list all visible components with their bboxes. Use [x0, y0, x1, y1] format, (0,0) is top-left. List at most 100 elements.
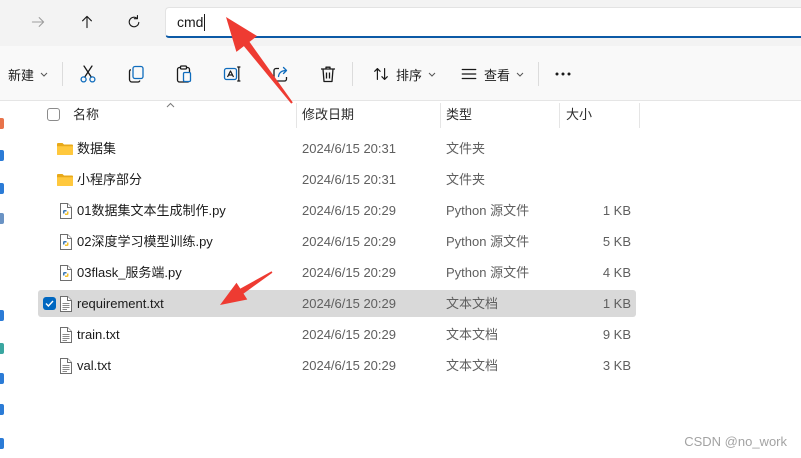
python-file-icon: [57, 259, 73, 286]
folder-icon: [57, 166, 73, 193]
sort-button[interactable]: 排序: [364, 57, 440, 91]
file-size: 3 KB: [602, 358, 631, 373]
refresh-button[interactable]: [116, 7, 152, 37]
file-size: 9 KB: [602, 327, 631, 342]
view-button[interactable]: 查看: [452, 57, 530, 91]
rename-icon: [223, 66, 241, 82]
file-type: Python 源文件: [446, 234, 530, 249]
file-modified: 2024/6/15 20:31: [302, 172, 396, 187]
column-header-type[interactable]: 类型: [446, 102, 472, 128]
sort-icon: [374, 68, 388, 80]
file-modified: 2024/6/15 20:29: [302, 296, 396, 311]
command-bar: 新建 排序 查看: [0, 46, 801, 101]
file-type: 文本文档: [446, 327, 499, 342]
nav-pane-item[interactable]: [0, 343, 4, 354]
delete-button[interactable]: [308, 57, 348, 91]
file-type: 文件夹: [446, 141, 486, 156]
copy-button[interactable]: [116, 57, 156, 91]
folder-icon: [57, 135, 73, 162]
view-list-icon: [461, 68, 477, 80]
up-button[interactable]: [69, 7, 105, 37]
more-options-icon: [555, 72, 571, 76]
view-button-label: 查看: [484, 67, 511, 83]
select-all-checkbox[interactable]: [47, 108, 60, 121]
cut-button[interactable]: [68, 57, 108, 91]
new-button-label: 新建: [8, 67, 35, 83]
file-type: Python 源文件: [446, 265, 530, 280]
file-name: 数据集: [77, 141, 117, 156]
column-header-name[interactable]: 名称: [73, 102, 99, 128]
delete-icon: [321, 66, 335, 83]
python-file-icon: [57, 197, 73, 224]
nav-pane-item[interactable]: [0, 213, 4, 224]
text-file-icon: [57, 352, 73, 379]
file-type: 文本文档: [446, 358, 499, 373]
file-size: 1 KB: [602, 203, 631, 218]
file-row[interactable]: requirement.txt 2024/6/15 20:29 文本文档 1 K…: [38, 290, 636, 317]
copy-icon: [128, 65, 144, 83]
file-size: 5 KB: [602, 234, 631, 249]
column-header-modified[interactable]: 修改日期: [302, 102, 354, 128]
forward-icon: [31, 17, 45, 27]
text-caret: [204, 13, 206, 31]
file-type: 文本文档: [446, 296, 499, 311]
nav-pane-item[interactable]: [0, 183, 4, 194]
file-row[interactable]: 01数据集文本生成制作.py 2024/6/15 20:29 Python 源文…: [38, 197, 636, 224]
file-row[interactable]: 03flask_服务端.py 2024/6/15 20:29 Python 源文…: [38, 259, 636, 286]
file-name: 小程序部分: [77, 172, 143, 187]
column-divider[interactable]: [639, 103, 640, 128]
toolbar-divider: [352, 62, 353, 86]
refresh-icon: [128, 15, 140, 28]
file-modified: 2024/6/15 20:29: [302, 234, 396, 249]
file-modified: 2024/6/15 20:29: [302, 327, 396, 342]
nav-pane-item[interactable]: [0, 150, 4, 161]
nav-pane-item[interactable]: [0, 310, 4, 321]
file-modified: 2024/6/15 20:29: [302, 203, 396, 218]
file-row[interactable]: 小程序部分 2024/6/15 20:31 文件夹: [38, 166, 636, 193]
more-options-button[interactable]: [546, 57, 580, 91]
chevron-down-icon: [516, 72, 524, 77]
file-size: 4 KB: [602, 265, 631, 280]
file-row[interactable]: 数据集 2024/6/15 20:31 文件夹: [38, 135, 636, 162]
up-icon: [82, 15, 92, 29]
cut-icon: [80, 65, 96, 83]
file-name: 01数据集文本生成制作.py: [77, 203, 226, 218]
sort-button-label: 排序: [396, 67, 423, 83]
address-bar-input[interactable]: cmd: [165, 7, 801, 38]
file-name: requirement.txt: [77, 296, 164, 311]
rename-button[interactable]: [212, 57, 252, 91]
file-size: 1 KB: [602, 296, 631, 311]
file-row[interactable]: train.txt 2024/6/15 20:29 文本文档 9 KB: [38, 321, 636, 348]
column-divider[interactable]: [559, 103, 560, 128]
nav-pane-item[interactable]: [0, 404, 4, 415]
nav-pane-item[interactable]: [0, 373, 4, 384]
column-header: 名称 修改日期 类型 大小: [0, 102, 640, 128]
checkmark-icon: [45, 300, 54, 307]
nav-pane-item[interactable]: [0, 438, 4, 449]
column-header-size[interactable]: 大小: [566, 102, 592, 128]
text-file-icon: [57, 321, 73, 348]
navigation-bar: cmd: [0, 0, 801, 46]
file-modified: 2024/6/15 20:31: [302, 141, 396, 156]
column-divider[interactable]: [296, 103, 297, 128]
file-modified: 2024/6/15 20:29: [302, 265, 396, 280]
paste-button[interactable]: [164, 57, 204, 91]
file-name: val.txt: [77, 358, 111, 373]
new-button[interactable]: 新建: [2, 57, 60, 91]
file-modified: 2024/6/15 20:29: [302, 358, 396, 373]
file-type: Python 源文件: [446, 203, 530, 218]
row-checkbox[interactable]: [43, 297, 56, 310]
forward-button[interactable]: [20, 7, 56, 37]
text-file-icon: [57, 290, 73, 317]
column-divider[interactable]: [440, 103, 441, 128]
file-row[interactable]: val.txt 2024/6/15 20:29 文本文档 3 KB: [38, 352, 636, 379]
toolbar-divider: [62, 62, 63, 86]
toolbar-divider: [538, 62, 539, 86]
file-name: 03flask_服务端.py: [77, 265, 182, 280]
chevron-down-icon: [40, 72, 48, 77]
share-button[interactable]: [261, 57, 301, 91]
python-file-icon: [57, 228, 73, 255]
file-name: train.txt: [77, 327, 120, 342]
file-row[interactable]: 02深度学习模型训练.py 2024/6/15 20:29 Python 源文件…: [38, 228, 636, 255]
file-list: 数据集 2024/6/15 20:31 文件夹 小程序部分 2024/6/15 …: [38, 133, 636, 383]
